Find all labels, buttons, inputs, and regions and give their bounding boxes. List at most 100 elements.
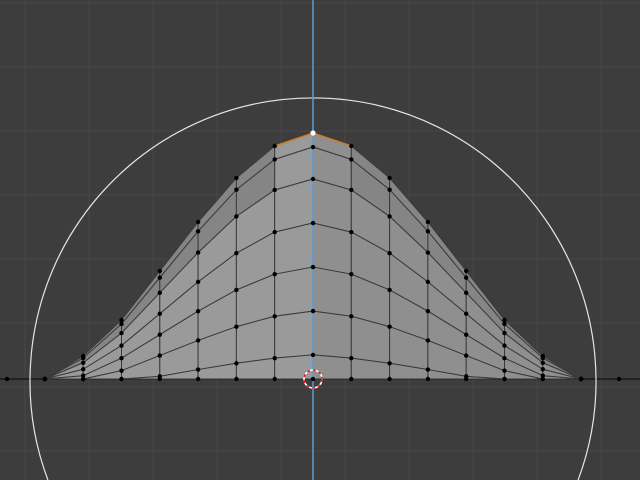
vertex <box>387 361 392 366</box>
vertex <box>119 330 124 336</box>
mesh-face <box>312 310 352 359</box>
mesh-face <box>274 222 314 275</box>
vertex <box>425 376 431 382</box>
vertex <box>195 308 201 314</box>
vertex <box>540 367 545 372</box>
vertex <box>234 361 239 366</box>
vertex <box>81 376 86 382</box>
vertex <box>119 317 124 323</box>
vertex <box>349 157 354 162</box>
vertex <box>502 355 507 361</box>
vertex <box>157 332 162 337</box>
vertex <box>425 219 431 225</box>
vertex <box>195 376 201 382</box>
vertex <box>272 229 277 235</box>
vertex <box>502 343 507 348</box>
3d-viewport[interactable] <box>0 0 640 480</box>
vertex <box>464 311 469 316</box>
vertex <box>464 268 469 274</box>
vertex <box>272 271 277 277</box>
vertex <box>272 143 277 149</box>
vertex <box>540 355 545 361</box>
vertex <box>310 220 316 226</box>
vertex <box>119 368 124 373</box>
vertex <box>387 175 392 181</box>
mesh-face <box>274 354 314 380</box>
vertex <box>349 187 354 193</box>
vertex <box>42 376 48 382</box>
vertex <box>425 250 431 255</box>
vertex <box>81 360 86 365</box>
vertex <box>195 367 201 372</box>
vertex <box>425 229 431 234</box>
vertex <box>81 355 86 361</box>
vertex <box>349 314 354 319</box>
vertex <box>349 143 354 149</box>
vertex <box>195 279 201 285</box>
vertex <box>349 355 354 361</box>
mesh-face <box>312 266 352 317</box>
vertex <box>310 264 316 270</box>
vertex <box>502 330 507 336</box>
vertex <box>157 290 162 296</box>
vertex <box>157 311 162 316</box>
vertex <box>502 317 507 323</box>
vertex <box>540 376 545 382</box>
vertex <box>195 219 201 225</box>
vertex <box>234 324 239 329</box>
vertex <box>234 287 239 293</box>
active-vertex <box>310 130 316 136</box>
vertex <box>195 338 201 343</box>
vertex <box>387 250 392 256</box>
vertex <box>157 275 162 280</box>
vertex <box>234 187 239 192</box>
vertex <box>387 214 392 219</box>
vertex <box>502 376 507 382</box>
vertex <box>195 229 201 234</box>
mesh-face <box>312 222 352 275</box>
vertex <box>234 214 239 219</box>
vertex <box>119 376 124 382</box>
vertex <box>119 343 124 348</box>
vertex <box>387 376 392 382</box>
vertex <box>464 275 469 280</box>
vertex <box>310 308 316 314</box>
vertex <box>425 308 431 314</box>
vertex <box>310 176 316 182</box>
vertex <box>464 290 469 296</box>
vertex <box>349 229 354 235</box>
vertex <box>425 367 431 372</box>
vertex <box>425 338 431 343</box>
mesh-face <box>312 354 352 380</box>
vertex <box>425 279 431 285</box>
vertex <box>464 332 469 337</box>
vertex <box>310 376 316 382</box>
vertex <box>464 376 469 382</box>
vertex <box>578 376 584 382</box>
vertex <box>157 268 162 274</box>
vertex <box>157 353 162 358</box>
vertex <box>349 376 354 382</box>
vertex <box>4 376 10 382</box>
vertex <box>387 324 392 329</box>
vertex <box>272 314 277 319</box>
vertex <box>157 376 162 382</box>
mesh-face <box>274 310 314 359</box>
vertex <box>502 368 507 373</box>
vertex <box>272 376 277 382</box>
vertex <box>234 175 239 181</box>
vertex <box>119 355 124 361</box>
vertex <box>272 355 277 361</box>
vertex <box>272 157 277 162</box>
vertex <box>234 250 239 256</box>
vertex <box>81 367 86 372</box>
vertex <box>387 187 392 192</box>
vertex <box>195 250 201 255</box>
vertex <box>502 321 507 327</box>
vertex <box>234 376 239 382</box>
vertex <box>540 360 545 365</box>
vertex <box>310 144 316 150</box>
vertex <box>464 353 469 358</box>
vertex <box>349 271 354 277</box>
mesh-face <box>274 266 314 317</box>
